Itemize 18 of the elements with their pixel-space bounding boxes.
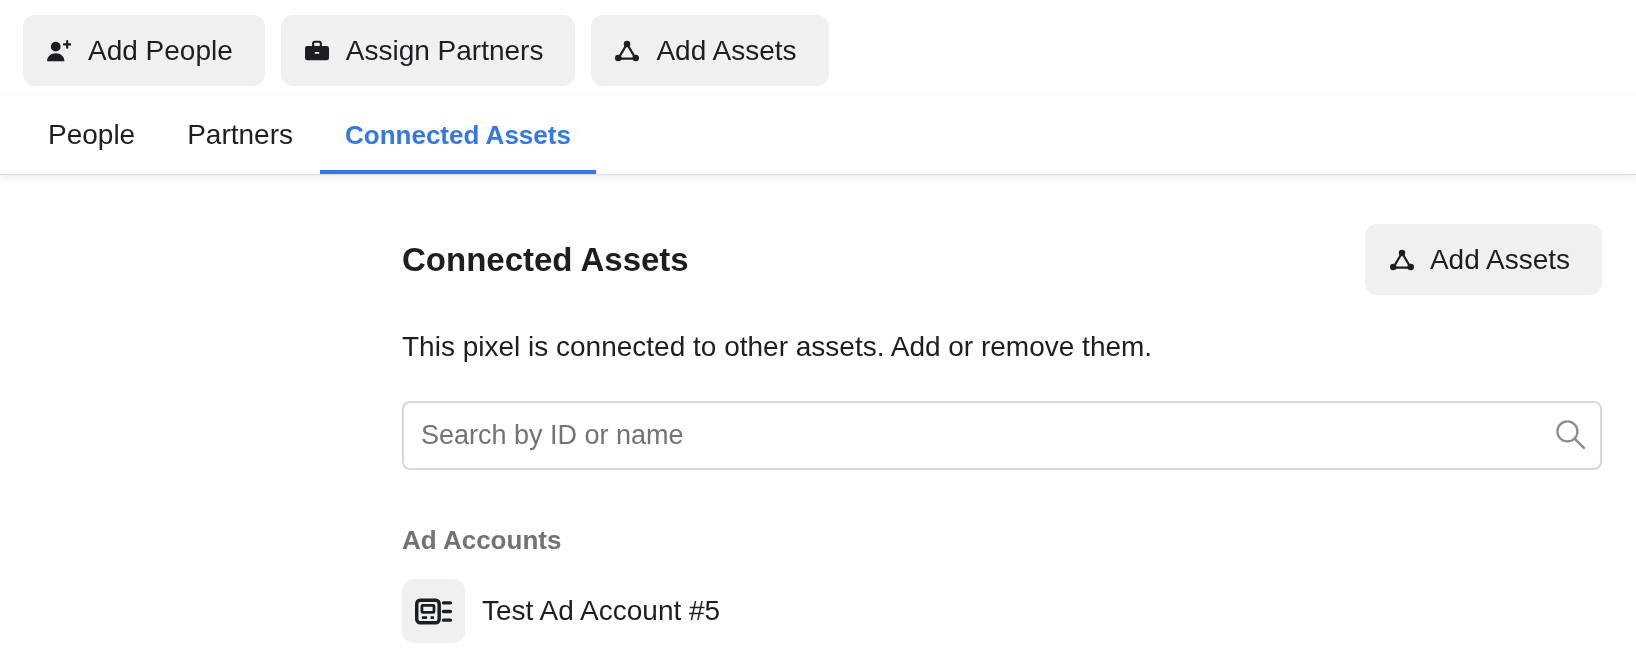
add-assets-button[interactable]: Add Assets	[1364, 224, 1602, 295]
tab[interactable]: People	[23, 96, 161, 174]
account-name[interactable]: Test Ad Account #5	[482, 594, 721, 628]
toolbar-button[interactable]: Assign Partners	[280, 15, 576, 86]
person-plus-icon	[47, 39, 71, 62]
group-heading: Ad Accounts	[402, 524, 563, 556]
toolbar-button[interactable]: Add Assets	[591, 15, 829, 86]
section-title: Connected Assets	[402, 239, 689, 280]
triangle-nodes-icon	[615, 39, 640, 62]
triangle-nodes-icon	[1389, 248, 1414, 271]
search-field[interactable]: Search by ID or name	[402, 401, 1602, 470]
card-list-icon	[402, 579, 465, 643]
section-description: This pixel is connected to other assets. Add or remove them.	[402, 330, 1154, 364]
search-icon	[1556, 420, 1586, 450]
briefcase-icon	[304, 39, 329, 62]
tab[interactable]: Connected Assets	[320, 96, 596, 174]
tab[interactable]: Partners	[162, 96, 318, 174]
toolbar-button[interactable]: Add People	[23, 15, 265, 86]
